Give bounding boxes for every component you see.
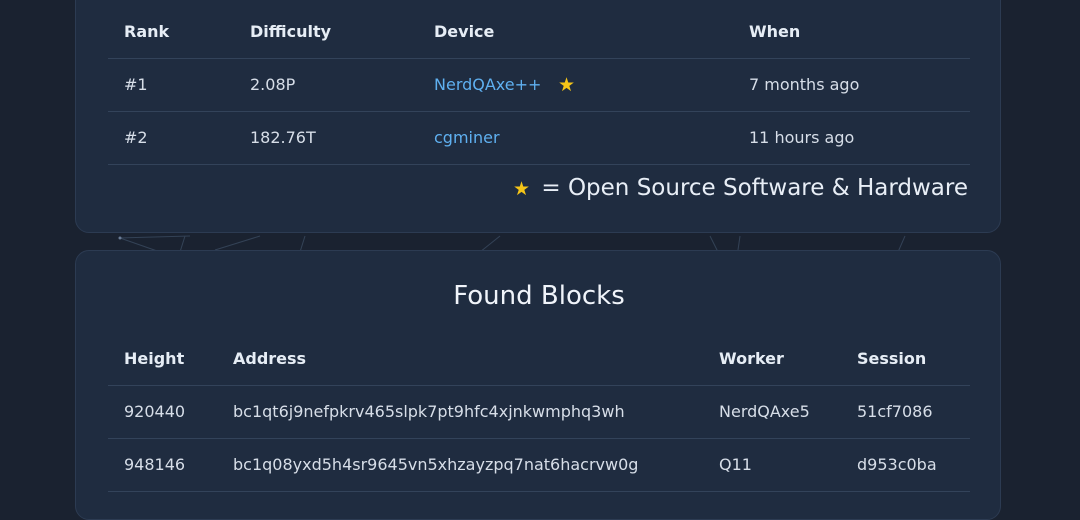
- device-link[interactable]: cgminer: [434, 112, 500, 164]
- column-header-address: Address: [233, 349, 307, 368]
- when-cell: 11 hours ago: [749, 128, 855, 147]
- column-header-worker: Worker: [719, 349, 784, 368]
- session-cell: d953c0ba: [857, 455, 937, 474]
- device-link[interactable]: NerdQAxe++: [434, 59, 541, 111]
- column-header-device: Device: [434, 22, 495, 41]
- table-row: 920440 bc1qt6j9nefpkrv465slpk7pt9hfc4xjn…: [108, 386, 970, 439]
- difficulty-cell: 182.76T: [250, 128, 316, 147]
- legend-text: = Open Source Software & Hardware: [541, 175, 968, 201]
- height-cell: 948146: [124, 455, 186, 474]
- star-icon: ★: [558, 74, 576, 96]
- open-source-legend: ★ = Open Source Software & Hardware: [513, 171, 968, 205]
- section-title: Found Blocks: [453, 281, 625, 311]
- table-row: #2 182.76T cgminer 11 hours ago: [108, 112, 970, 165]
- height-cell: 920440: [124, 402, 186, 421]
- found-blocks-card: Found Blocks Height Address Worker Sessi…: [75, 250, 1001, 520]
- column-header-session: Session: [857, 349, 927, 368]
- column-header-when: When: [749, 22, 801, 41]
- session-cell: 51cf7086: [857, 402, 933, 421]
- worker-cell: Q11: [719, 455, 752, 474]
- column-header-rank: Rank: [124, 22, 170, 41]
- address-cell: bc1qt6j9nefpkrv465slpk7pt9hfc4xjnkwmphq3…: [233, 402, 625, 421]
- table-header-row: Height Address Worker Session: [108, 333, 970, 386]
- table-header-row: Rank Difficulty Device When: [108, 6, 970, 59]
- column-header-height: Height: [124, 349, 185, 368]
- table-row: #1 2.08P NerdQAxe++ ★ 7 months ago: [108, 59, 970, 112]
- rank-cell: #2: [124, 128, 148, 147]
- worker-cell: NerdQAxe5: [719, 402, 810, 421]
- rank-cell: #1: [124, 75, 148, 94]
- star-icon: ★: [513, 178, 531, 200]
- table-row: 948146 bc1q08yxd5h4sr9645vn5xhzayzpq7nat…: [108, 439, 970, 492]
- column-header-difficulty: Difficulty: [250, 22, 332, 41]
- best-shares-table: Rank Difficulty Device When #1 2.08P Ner…: [108, 6, 970, 165]
- found-blocks-table: Height Address Worker Session 920440 bc1…: [108, 333, 970, 492]
- best-shares-card: Rank Difficulty Device When #1 2.08P Ner…: [75, 0, 1001, 233]
- address-cell: bc1q08yxd5h4sr9645vn5xhzayzpq7nat6hacrvw…: [233, 455, 639, 474]
- difficulty-cell: 2.08P: [250, 75, 296, 94]
- when-cell: 7 months ago: [749, 75, 860, 94]
